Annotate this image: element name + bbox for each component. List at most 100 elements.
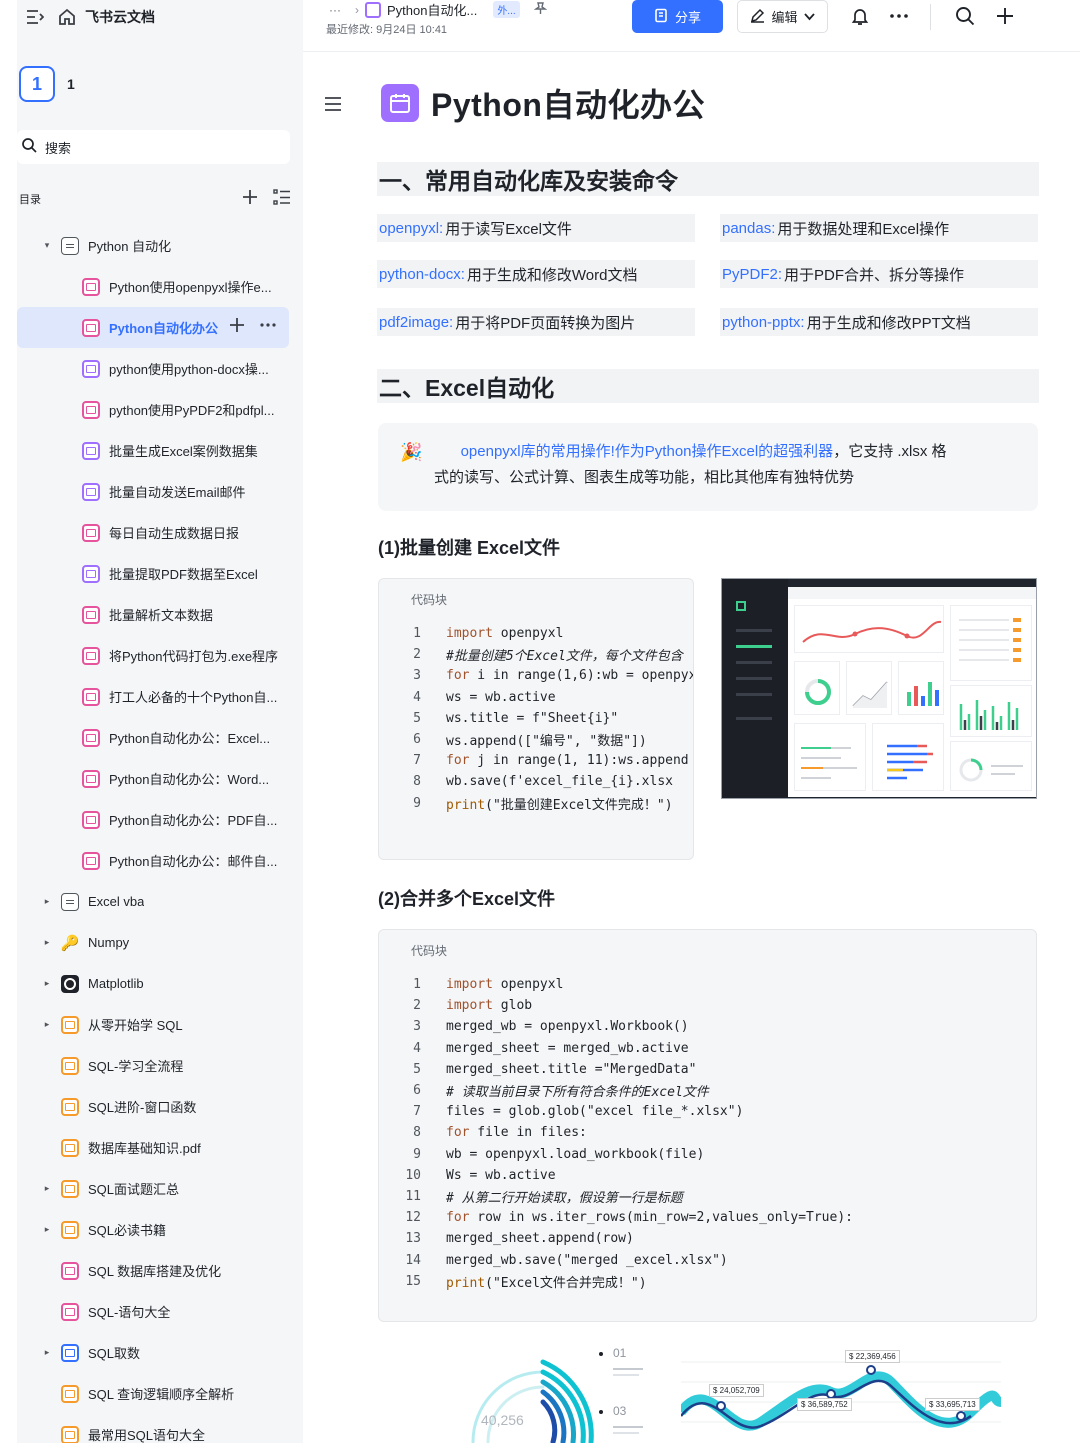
line-number: 13 [405,1231,421,1247]
caret-right-icon[interactable]: ▸ [41,1224,53,1235]
lib-cell[interactable]: pdf2image: 用于将PDF页面转换为图片 [377,308,695,336]
sidebar-item-label: SQL取数 [88,1346,141,1361]
sidebar-item[interactable]: Python自动化办公：Excel... [17,717,303,758]
subheading-batch-create[interactable]: (1)批量创建 Excel文件 [378,534,560,560]
bullet-dot [599,1352,603,1356]
callout-text-2: 式的读写、公式计算、图表生成等功能，相比其他库有独特优势 [434,469,855,487]
code-text: merged_wb.save("merged _excel.xlsx") [446,1252,728,1268]
document-icon [82,564,100,583]
workspace-badge[interactable]: 1 [19,66,55,102]
edit-label: 编辑 [771,10,798,25]
sidebar-item-label: 批量提取PDF数据至Excel [109,567,258,582]
toc-label: 目录 [19,194,41,206]
lib-desc: 用于将PDF页面转换为图片 [455,314,636,332]
lib-cell[interactable]: openpyxl: 用于读写Excel文件 [377,214,695,242]
bell-icon[interactable] [848,4,872,28]
edit-mode-button[interactable]: 编辑 [737,0,828,33]
sidebar-item[interactable]: python使用PyPDF2和pdfpl... [17,389,303,430]
code-text: for row in ws.iter_rows(min_row=2,values… [446,1210,853,1225]
document-icon [61,1261,79,1280]
subheading-merge-files[interactable]: (2)合并多个Excel文件 [378,885,555,911]
caret-right-icon[interactable]: ▸ [41,1347,53,1358]
code-text: # 从第二行开始读取，假设第一行是标题 [446,1190,683,1206]
caret-right-icon[interactable]: ▸ [41,1019,53,1030]
document-icon [61,1343,79,1362]
code-line: 3 for i in range(1,6):wb = openpyxl [379,665,693,686]
home-icon[interactable] [57,7,77,27]
sidebar-item-label: SQL 查询逻辑顺序全解析 [88,1387,235,1402]
sidebar-item[interactable]: ▸ 从零开始学 SQL [17,1004,303,1045]
lib-desc: 用于数据处理和Excel操作 [777,220,950,238]
code-line: 1 import openpyxl [379,623,693,644]
code-block[interactable]: 代码块 1 import openpyxl 2 #批量创建5个Excel文件，每个文件… [378,578,694,860]
breadcrumb-separator: › [355,2,359,17]
sidebar-item[interactable]: 批量生成Excel案例数据集 [17,430,303,471]
share-button[interactable]: 分享 [632,0,723,33]
sidebar-item[interactable]: SQL-学习全流程 [17,1045,303,1086]
caret-down-icon[interactable]: ▾ [41,240,53,251]
sidebar-item[interactable]: Python自动化办公：邮件自... [17,840,303,881]
new-doc-icon[interactable] [993,4,1017,28]
callout-block[interactable]: 🎉 openpyxl库的常用操作!作为Python操作Excel的超强利器，它支… [378,423,1038,511]
code-block[interactable]: 代码块 1 import openpyxl 2 import glob 3 merged_… [378,929,1037,1322]
collapse-sidebar-icon[interactable] [25,7,45,27]
sidebar-item[interactable]: ▸ SQL取数 [17,1332,303,1373]
caret-right-icon[interactable]: ▸ [41,896,53,907]
sidebar-item[interactable]: ▸ Matplotlib [17,963,303,1004]
caret-right-icon[interactable]: ▸ [41,978,53,989]
line-number: 8 [413,774,421,790]
sidebar-item[interactable]: SQL 数据库搭建及优化 [17,1250,303,1291]
sidebar-item[interactable]: Python自动化办公：Word... [17,758,303,799]
sidebar-item-label: Python自动化办公：PDF自... [109,813,278,828]
sidebar-search[interactable]: 搜索 [17,130,290,164]
breadcrumb-more[interactable]: ··· [329,3,341,17]
add-child-icon[interactable] [229,317,245,338]
caret-right-icon[interactable]: ▸ [41,1183,53,1194]
caret-right-icon[interactable]: ▸ [41,937,53,948]
sidebar-item[interactable]: ▸ SQL面试题汇总 [17,1168,303,1209]
add-icon[interactable] [241,188,259,211]
sidebar-item[interactable]: ▸ SQL必读书籍 [17,1209,303,1250]
outline-list-icon[interactable] [273,188,291,211]
sidebar-item[interactable]: ▾ Python 自动化 [17,225,303,266]
lib-cell[interactable]: pandas: 用于数据处理和Excel操作 [720,214,1038,242]
code-lines: 1 import openpyxl 2 #批量创建5个Excel文件，每个文件包含 3 f… [379,623,693,814]
pin-icon[interactable] [533,1,547,18]
workspace-name[interactable]: 1 [67,76,75,92]
sidebar-item-label: SQL 数据库搭建及优化 [88,1264,222,1279]
more-icon[interactable] [887,4,911,28]
sidebar-item[interactable]: 批量自动发送Email邮件 [17,471,303,512]
sidebar-item[interactable]: 打工人必备的十个Python自... [17,676,303,717]
search-icon[interactable] [953,4,977,28]
section-heading-libs[interactable]: 一、常用自动化库及安装命令 [377,162,1039,196]
breadcrumb-doc-title[interactable]: Python自动化... [387,0,477,19]
sidebar-item[interactable]: ▸ 🔑 Numpy [17,922,303,963]
section-heading-excel[interactable]: 二、Excel自动化 [377,369,1039,403]
sidebar-item[interactable]: 每日自动生成数据日报 [17,512,303,553]
line-number: 3 [413,668,421,684]
sidebar-item[interactable]: python使用python-docx操... [17,348,303,389]
lib-cell[interactable]: python-pptx: 用于生成和修改PPT文档 [720,308,1038,336]
sidebar-item[interactable]: SQL 查询逻辑顺序全解析 [17,1373,303,1414]
sidebar-item[interactable]: 将Python代码打包为.exe程序 [17,635,303,676]
sidebar-item[interactable]: ▸ Excel vba [17,881,303,922]
lib-cell[interactable]: python-docx: 用于生成和修改Word文档 [377,260,695,288]
sidebar-item[interactable]: Python自动化办公：PDF自... [17,799,303,840]
code-line: 13 merged_sheet.append(row) [379,1228,1036,1249]
more-icon[interactable] [259,317,277,338]
sidebar-item[interactable]: SQL-语句大全 [17,1291,303,1332]
sidebar-item[interactable]: 批量解析文本数据 [17,594,303,635]
code-rest: glob [492,998,533,1014]
sidebar-item[interactable]: 数据库基础知识.pdf [17,1127,303,1168]
sidebar-item[interactable]: Python使用openpyxl操作e... [17,266,303,307]
external-tag: 外... [493,1,520,18]
document-icon [82,851,100,870]
sidebar-item[interactable]: 批量提取PDF数据至Excel [17,553,303,594]
sidebar-item[interactable]: Python自动化办公 [17,307,289,348]
dashboard-screenshot-image [721,578,1037,799]
sidebar-item[interactable]: SQL进阶-窗口函数 [17,1086,303,1127]
outline-menu-icon[interactable] [323,96,345,114]
lib-cell[interactable]: PyPDF2: 用于PDF合并、拆分等操作 [720,260,1038,288]
page-title[interactable]: Python自动化办公 [431,80,705,126]
sidebar-item[interactable]: 最常用SQL语句大全 [17,1414,303,1443]
